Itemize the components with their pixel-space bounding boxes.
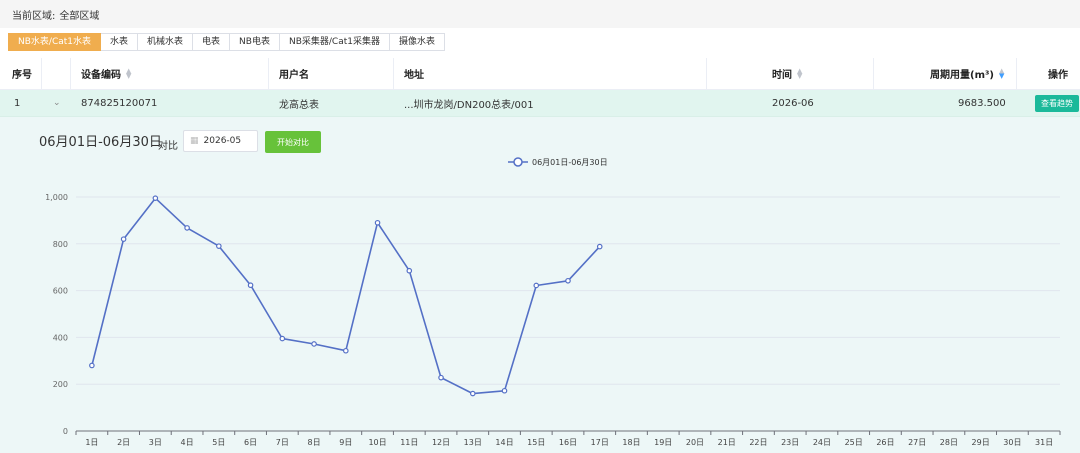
x-tick-label: 4日 xyxy=(181,438,194,447)
x-tick-label: 14日 xyxy=(495,438,513,447)
x-tick-label: 11日 xyxy=(400,438,418,447)
x-tick-label: 16日 xyxy=(559,438,577,447)
x-tick-label: 8日 xyxy=(308,438,321,447)
x-tick-label: 9日 xyxy=(339,438,352,447)
x-tick-label: 25日 xyxy=(845,438,863,447)
x-tick-label: 10日 xyxy=(368,438,386,447)
data-point xyxy=(89,362,95,369)
data-point xyxy=(565,277,571,284)
x-tick-label: 2日 xyxy=(117,438,130,447)
x-tick-label: 20日 xyxy=(686,438,704,447)
row-user-name: 龙高总表 xyxy=(279,99,319,111)
header-address: 地址 xyxy=(404,70,424,81)
header-action: 操作 xyxy=(1048,70,1068,81)
series-line xyxy=(91,197,601,395)
data-point xyxy=(247,282,254,289)
y-tick-label: 400 xyxy=(53,333,68,342)
table-header: 序号 设备编码 ▲ ▼ 用户名 地址 时间 ▲ ▼ 周期用量(m³) ▲ ▼ 操作 xyxy=(0,58,1080,90)
region-bar: 当前区域: 全部区域 xyxy=(0,0,1080,28)
data-point xyxy=(152,195,159,201)
row-period-usage: 9683.500 xyxy=(958,97,1006,109)
data-point xyxy=(343,347,349,354)
x-tick-label: 29日 xyxy=(972,438,990,447)
header-period-usage[interactable]: 周期用量(m³) ▲ ▼ xyxy=(930,58,1004,89)
tab-nb-water-meter[interactable]: NB水表/Cat1水表 xyxy=(8,33,101,51)
x-tick-label: 6日 xyxy=(244,438,257,447)
data-point xyxy=(120,236,127,242)
y-tick-label: 800 xyxy=(53,240,68,249)
device-type-tabs: NB水表/Cat1水表 水表 机械水表 电表 NB电表 NB采集器/Cat1采集… xyxy=(8,33,445,51)
row-device-code: 874825120071 xyxy=(81,97,158,109)
data-point xyxy=(469,390,476,397)
x-tick-label: 18日 xyxy=(622,438,640,447)
data-point xyxy=(533,282,540,289)
tab-mechanical-water-meter[interactable]: 机械水表 xyxy=(138,33,194,51)
legend-marker-icon xyxy=(513,157,523,167)
row-time: 2026-06 xyxy=(772,97,814,109)
header-index: 序号 xyxy=(12,70,32,81)
x-tick-label: 12日 xyxy=(432,438,450,447)
data-point xyxy=(501,387,508,394)
data-point xyxy=(311,341,317,347)
row-address: ...圳市龙岗/DN200总表/001 xyxy=(404,99,534,111)
header-time[interactable]: 时间 ▲ ▼ xyxy=(772,58,802,89)
sort-icon[interactable]: ▲ ▼ xyxy=(999,67,1004,79)
sort-icon[interactable]: ▲ ▼ xyxy=(797,67,802,79)
region-label: 当前区域: xyxy=(12,10,56,22)
x-tick-label: 15日 xyxy=(527,438,545,447)
usage-line-chart: 0 200 400 600 800 1,000 1日 2日 3日 4日 5日 6日 7日 8日 9日 10日 1… xyxy=(45,157,1061,447)
x-tick-label: 13日 xyxy=(464,438,482,447)
x-tick-label: 17日 xyxy=(591,438,609,447)
view-trend-button[interactable]: 查看趋势 xyxy=(1035,94,1079,112)
legend-label: 06月01日-06月30日 xyxy=(532,158,608,167)
tab-nb-electric-meter[interactable]: NB电表 xyxy=(230,33,280,51)
data-point xyxy=(279,335,286,342)
sort-icon[interactable]: ▲ ▼ xyxy=(126,67,131,79)
tab-nb-collector[interactable]: NB采集器/Cat1采集器 xyxy=(279,33,390,51)
tab-camera-water-meter[interactable]: 摄像水表 xyxy=(389,33,445,51)
y-tick-label: 1,000 xyxy=(45,193,68,202)
y-tick-label: 600 xyxy=(53,287,68,296)
header-user-name: 用户名 xyxy=(279,70,309,81)
x-tick-label: 24日 xyxy=(813,438,831,447)
data-point xyxy=(374,219,381,226)
x-tick-label: 31日 xyxy=(1035,438,1053,447)
data-point xyxy=(184,225,190,231)
x-tick-label: 3日 xyxy=(149,438,162,447)
x-tick-label: 21日 xyxy=(718,438,736,447)
x-tick-label: 22日 xyxy=(749,438,767,447)
tab-water-meter[interactable]: 水表 xyxy=(101,33,139,51)
x-tick-label: 30日 xyxy=(1003,438,1021,447)
header-device-code[interactable]: 设备编码 ▲ ▼ xyxy=(81,58,131,89)
x-tick-label: 27日 xyxy=(908,438,926,447)
tab-electric-meter[interactable]: 电表 xyxy=(193,33,231,51)
x-tick-label: 26日 xyxy=(876,438,894,447)
y-tick-label: 200 xyxy=(53,380,68,389)
data-point xyxy=(216,243,222,249)
row-index: 1 xyxy=(14,97,21,109)
chevron-down-icon[interactable]: ⌄ xyxy=(53,90,61,116)
region-value[interactable]: 全部区域 xyxy=(59,7,99,22)
x-tick-label: 1日 xyxy=(85,438,98,447)
x-tick-label: 19日 xyxy=(654,438,672,447)
x-tick-label: 23日 xyxy=(781,438,799,447)
data-point xyxy=(406,267,413,274)
x-tick-label: 7日 xyxy=(276,438,289,447)
detail-panel: 06月01日-06月30日 对比 ▦ 2026-05 开始对比 0 200 400 6… xyxy=(0,117,1080,453)
y-tick-label: 0 xyxy=(63,427,68,436)
x-tick-label: 28日 xyxy=(940,438,958,447)
x-tick-label: 5日 xyxy=(212,438,225,447)
data-point xyxy=(596,243,603,250)
data-point xyxy=(438,374,444,381)
table-row[interactable]: 1 ⌄ 874825120071 龙高总表 ...圳市龙岗/DN200总表/00… xyxy=(0,90,1080,117)
